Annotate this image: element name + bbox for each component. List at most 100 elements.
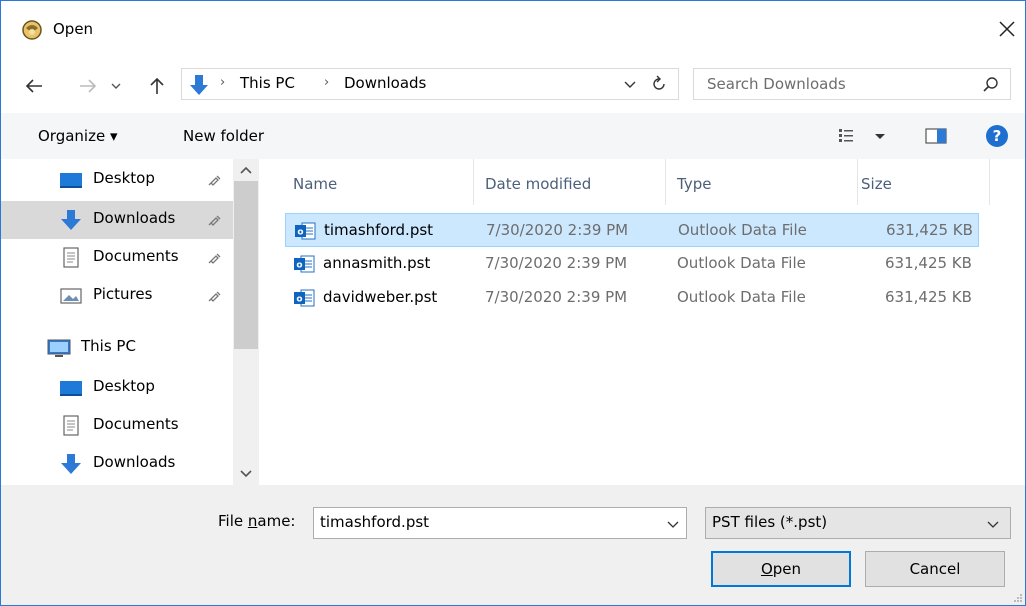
forward-icon[interactable] bbox=[77, 71, 99, 101]
nav-item-label: This PC bbox=[81, 337, 136, 355]
file-name: timashford.pst bbox=[324, 221, 434, 239]
file-name-input[interactable]: timashford.pst bbox=[313, 507, 687, 539]
nav-item-desktop-quick[interactable]: Desktop bbox=[1, 161, 233, 199]
column-header-type[interactable]: Type bbox=[677, 159, 711, 209]
column-divider[interactable] bbox=[665, 159, 666, 205]
preview-pane-icon[interactable] bbox=[923, 126, 949, 146]
nav-scrollbar[interactable] bbox=[233, 159, 259, 485]
pin-icon[interactable] bbox=[207, 173, 223, 187]
resize-grip-icon[interactable] bbox=[1011, 591, 1023, 603]
organize-button[interactable]: Organize ▾ bbox=[38, 127, 118, 145]
file-size: 631,425 KB bbox=[885, 254, 972, 272]
nav-item-documents-quick[interactable]: Documents bbox=[1, 239, 233, 277]
chevron-down-icon[interactable] bbox=[984, 514, 1002, 534]
search-placeholder: Search Downloads bbox=[707, 75, 846, 93]
documents-icon bbox=[63, 247, 79, 268]
file-type-select[interactable]: PST files (*.pst) bbox=[705, 507, 1011, 539]
column-divider[interactable] bbox=[989, 159, 990, 205]
nav-item-this-pc[interactable]: This PC bbox=[1, 329, 233, 367]
file-row[interactable]: o annasmith.pst 7/30/2020 2:39 PM Outloo… bbox=[285, 247, 979, 281]
breadcrumb-separator-icon[interactable]: › bbox=[324, 75, 329, 90]
open-button[interactable]: Open bbox=[711, 551, 851, 587]
cancel-button[interactable]: Cancel bbox=[865, 551, 1005, 587]
nav-item-desktop[interactable]: Desktop bbox=[1, 369, 233, 407]
dialog-footer: File name: timashford.pst PST files (*.p… bbox=[1, 485, 1025, 605]
pin-icon[interactable] bbox=[207, 213, 223, 227]
file-name-label: File name: bbox=[218, 512, 296, 530]
breadcrumb-this-pc[interactable]: This PC bbox=[240, 74, 295, 92]
file-list: Name Date modified Type Size o timashfor… bbox=[259, 159, 1025, 485]
svg-text:o: o bbox=[296, 261, 302, 271]
file-name: davidweber.pst bbox=[323, 288, 438, 306]
recent-locations-chevron-icon[interactable] bbox=[107, 71, 125, 101]
chevron-down-icon[interactable] bbox=[664, 514, 682, 534]
outlook-file-icon: o bbox=[295, 222, 316, 240]
file-name: annasmith.pst bbox=[323, 254, 431, 272]
file-date: 7/30/2020 2:39 PM bbox=[485, 254, 628, 272]
view-options-icon[interactable] bbox=[837, 125, 897, 147]
app-icon bbox=[22, 20, 42, 40]
command-toolbar: Organize ▾ New folder ? bbox=[1, 113, 1025, 159]
file-row[interactable]: o davidweber.pst 7/30/2020 2:39 PM Outlo… bbox=[285, 281, 979, 315]
file-type: Outlook Data File bbox=[677, 254, 806, 272]
column-header-size[interactable]: Size bbox=[861, 159, 892, 209]
file-date: 7/30/2020 2:39 PM bbox=[485, 288, 628, 306]
open-file-dialog: Open › This PC › Downloads Search Downlo… bbox=[0, 0, 1026, 606]
downloads-arrow-icon bbox=[61, 454, 81, 474]
desktop-folder-icon bbox=[60, 381, 82, 396]
nav-item-pictures-quick[interactable]: Pictures bbox=[1, 277, 233, 315]
close-icon[interactable] bbox=[995, 17, 1019, 41]
nav-item-label: Downloads bbox=[93, 209, 176, 227]
nav-item-downloads[interactable]: Downloads bbox=[1, 445, 233, 483]
computer-icon bbox=[47, 339, 71, 357]
help-icon[interactable]: ? bbox=[985, 124, 1009, 148]
svg-text:?: ? bbox=[993, 127, 1002, 145]
nav-item-label: Downloads bbox=[93, 453, 176, 471]
navigation-pane: Desktop Downloads Documents Pictures Thi… bbox=[1, 159, 259, 485]
file-row[interactable]: o timashford.pst 7/30/2020 2:39 PM Outlo… bbox=[285, 213, 979, 247]
search-input[interactable]: Search Downloads bbox=[693, 68, 1011, 100]
scroll-thumb[interactable] bbox=[234, 181, 258, 349]
address-bar[interactable]: › This PC › Downloads bbox=[181, 68, 679, 100]
nav-item-label: Desktop bbox=[93, 377, 155, 395]
column-divider[interactable] bbox=[857, 159, 858, 205]
outlook-file-icon: o bbox=[294, 289, 315, 307]
breadcrumb-separator-icon[interactable]: › bbox=[220, 75, 225, 90]
pin-icon[interactable] bbox=[207, 289, 223, 303]
dialog-title: Open bbox=[53, 20, 94, 38]
column-header-date[interactable]: Date modified bbox=[485, 159, 591, 209]
scroll-up-icon[interactable] bbox=[233, 159, 259, 181]
svg-text:o: o bbox=[297, 228, 303, 238]
outlook-file-icon: o bbox=[294, 255, 315, 273]
file-type: Outlook Data File bbox=[678, 221, 807, 239]
scroll-down-icon[interactable] bbox=[233, 463, 259, 485]
svg-text:o: o bbox=[296, 295, 302, 305]
file-date: 7/30/2020 2:39 PM bbox=[486, 221, 629, 239]
file-name-value: timashford.pst bbox=[320, 513, 430, 531]
nav-item-documents[interactable]: Documents bbox=[1, 407, 233, 445]
back-icon[interactable] bbox=[23, 71, 45, 101]
nav-item-label: Desktop bbox=[93, 169, 155, 187]
nav-item-label: Pictures bbox=[93, 285, 153, 303]
pin-icon[interactable] bbox=[207, 251, 223, 265]
search-icon[interactable] bbox=[981, 75, 1001, 95]
documents-icon bbox=[63, 415, 79, 436]
file-size: 631,425 KB bbox=[886, 221, 973, 239]
column-header-name[interactable]: Name bbox=[293, 159, 337, 209]
new-folder-button[interactable]: New folder bbox=[183, 127, 264, 145]
nav-item-downloads-quick[interactable]: Downloads bbox=[1, 201, 233, 239]
nav-item-label: Documents bbox=[93, 415, 179, 433]
desktop-folder-icon bbox=[60, 173, 82, 188]
file-type: Outlook Data File bbox=[677, 288, 806, 306]
column-divider[interactable] bbox=[473, 159, 474, 205]
file-size: 631,425 KB bbox=[885, 288, 972, 306]
pictures-icon bbox=[60, 288, 82, 304]
up-arrow-icon[interactable] bbox=[146, 71, 168, 101]
nav-item-label: Documents bbox=[93, 247, 179, 265]
title-bar: Open bbox=[1, 1, 1025, 61]
address-dropdown-icon[interactable] bbox=[620, 73, 640, 95]
refresh-icon[interactable] bbox=[648, 73, 670, 95]
downloads-arrow-icon bbox=[190, 75, 208, 95]
breadcrumb-downloads[interactable]: Downloads bbox=[344, 74, 426, 92]
downloads-arrow-icon bbox=[61, 210, 81, 230]
